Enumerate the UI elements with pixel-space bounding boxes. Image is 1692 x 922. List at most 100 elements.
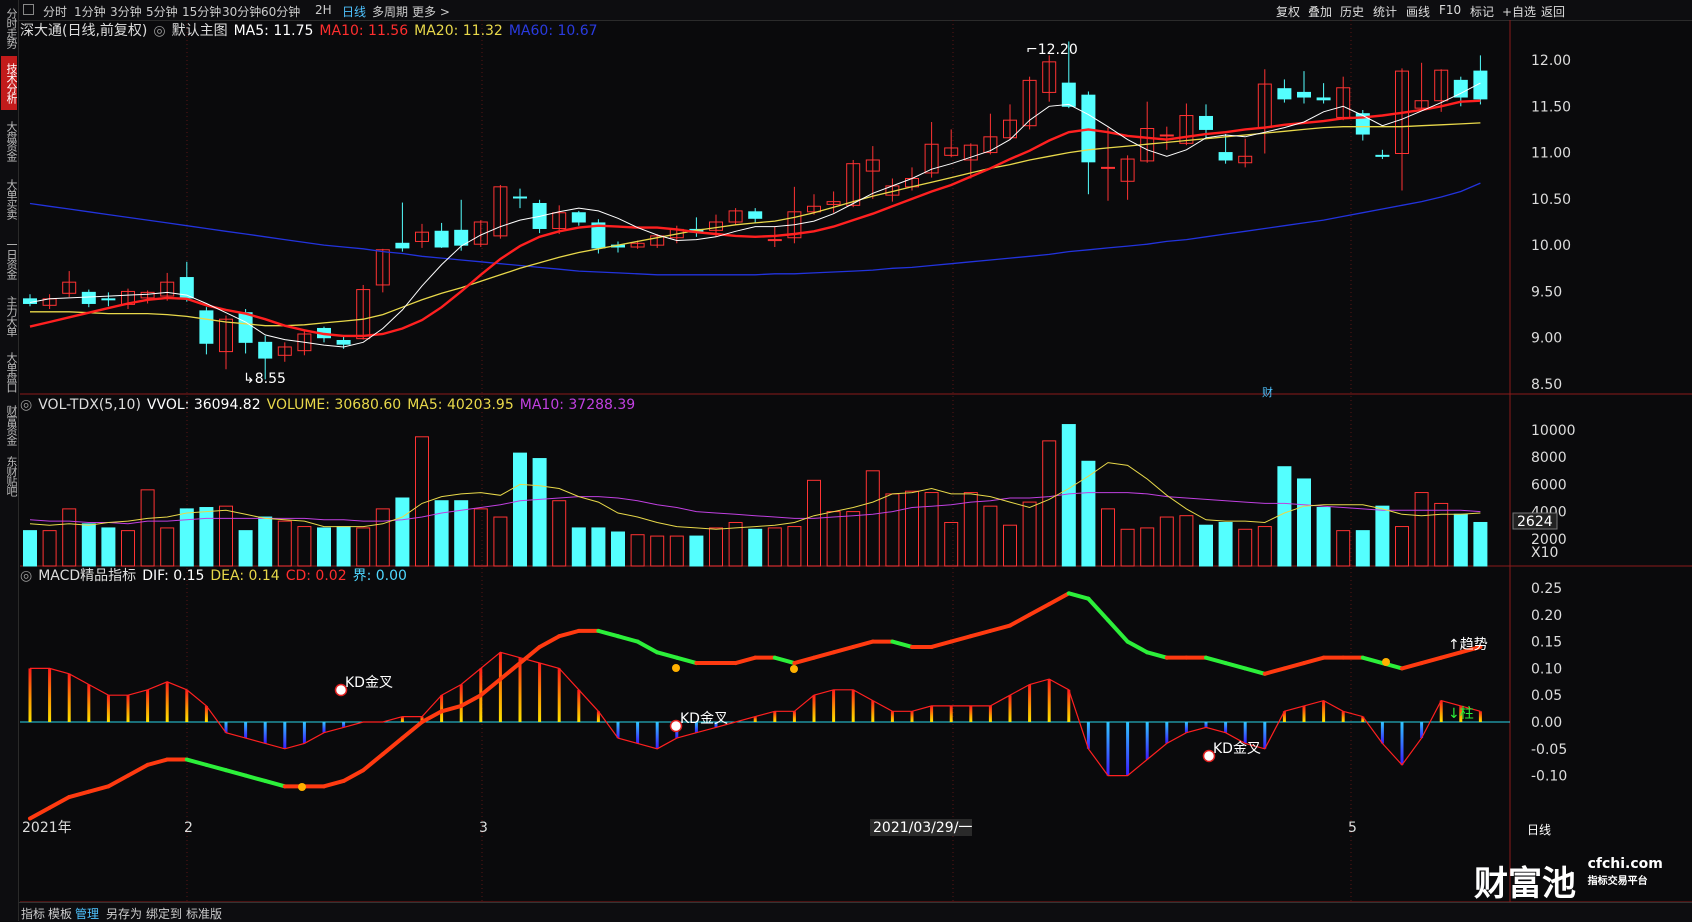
volume-bar: [611, 531, 625, 567]
low-label: ↳8.55: [243, 371, 286, 387]
macd-bar: [87, 684, 91, 722]
bottom-tab-2[interactable]: 管理: [75, 905, 99, 922]
trend-segment: [400, 720, 424, 741]
volume-bar: [1120, 528, 1135, 567]
candle-body: [1375, 154, 1390, 157]
macd-bar: [538, 663, 542, 722]
volume-bar: [1434, 502, 1449, 567]
volume-bar: [748, 528, 763, 567]
trend-segment: [1145, 650, 1169, 660]
volume-bar: [1257, 526, 1272, 567]
macd-bar: [1263, 722, 1267, 749]
volume-bar: [140, 489, 155, 567]
volume-bar: [101, 527, 116, 567]
vol-tick: 10000: [1531, 423, 1576, 439]
vol-ma5-line: [29, 462, 1481, 530]
trend-segment: [1282, 661, 1306, 671]
volume-bar: [336, 526, 351, 567]
kline-chart[interactable]: 12.00 11.50 11.00 10.50 10.00 9.50 9.00 8.50 100…: [0, 0, 1692, 921]
trend-segment: [1066, 591, 1091, 601]
trend-segment: [498, 661, 522, 682]
volume-bar: [944, 521, 959, 567]
bottom-tab-1[interactable]: 模板: [48, 905, 72, 922]
volume-bar: [277, 520, 292, 567]
macd-bar: [1106, 722, 1110, 776]
trend-segment: [772, 655, 797, 666]
trend-segment: [1086, 596, 1110, 623]
candle-body: [1061, 82, 1076, 107]
trend-segment: [831, 644, 856, 655]
trend-segment: [851, 639, 875, 649]
candle-body: [1159, 134, 1174, 137]
volume-bar: [1375, 505, 1390, 567]
macd-tick: 0.10: [1531, 661, 1562, 677]
candle-body: [434, 230, 449, 248]
price-tick: 10.00: [1531, 238, 1571, 254]
volume-bar: [434, 500, 449, 567]
trend-segment: [1047, 591, 1071, 607]
vol-tick: 6000: [1531, 477, 1567, 493]
volume-bar: [571, 527, 586, 567]
logo-domain: cfchi.com: [1587, 856, 1663, 872]
volume-bar: [865, 470, 880, 567]
price-tick: 10.50: [1531, 192, 1571, 208]
trend-segment: [1125, 639, 1150, 655]
bottom-toolbar: 指标 模板 管理 另存为 绑定到 标准版: [19, 902, 1692, 922]
volume-bar: [395, 497, 410, 567]
candle-body: [1199, 115, 1213, 130]
macd-bar: [1008, 695, 1012, 722]
trend-segment: [890, 639, 914, 649]
candle-body: [1297, 91, 1311, 98]
trend-segment: [537, 634, 562, 649]
volume-bar: [1238, 528, 1253, 567]
price-tick: 11.50: [1531, 99, 1571, 115]
trend-segment: [126, 762, 150, 778]
bottom-tab-0[interactable]: 指标: [21, 905, 45, 922]
volume-bar: [1453, 513, 1468, 567]
trend-segment: [1262, 666, 1287, 676]
volume-bar: [160, 527, 175, 567]
macd-bar: [969, 705, 973, 722]
volume-bar: [513, 452, 527, 567]
macd-bar: [832, 689, 836, 722]
macd-bar: [636, 722, 640, 744]
x-axis-label: 5: [1348, 820, 1357, 836]
macd-bar: [440, 695, 444, 722]
volume-bar: [356, 527, 371, 567]
vol-cursor-value: 2624: [1517, 514, 1553, 530]
candle-body: [513, 196, 527, 199]
bottom-tab-4[interactable]: 绑定到: [146, 905, 182, 922]
volume-bar: [709, 527, 723, 567]
macd-tick: -0.05: [1531, 742, 1567, 758]
trend-segment: [1439, 650, 1463, 660]
x-axis-label: 2021年: [22, 820, 72, 836]
macd-bar: [949, 705, 953, 722]
volume-bar: [1159, 516, 1174, 567]
volume-bar: [924, 492, 939, 567]
trend-segment: [28, 805, 52, 821]
macd-bar: [1165, 722, 1169, 744]
trend-segment: [635, 639, 660, 655]
volume-bar: [591, 527, 606, 567]
volume-bar: [1061, 424, 1076, 567]
volume-bar: [1316, 507, 1331, 567]
macd-bar: [1047, 679, 1051, 722]
ma60-line: [29, 182, 1481, 276]
volume-bar: [963, 492, 978, 567]
trend-segment: [341, 768, 366, 783]
macd-bar: [263, 722, 267, 744]
bottom-tab-3[interactable]: 另存为: [106, 905, 142, 922]
bottom-tab-5[interactable]: 标准版: [186, 905, 222, 922]
macd-bar: [283, 722, 287, 749]
trend-segment: [988, 623, 1012, 633]
price-tick: 12.00: [1531, 53, 1571, 69]
volume-bar: [1473, 521, 1488, 567]
macd-bar: [1478, 711, 1482, 722]
macd-tick: 0.05: [1531, 688, 1562, 704]
trend-segment: [596, 628, 620, 639]
volume-bar: [23, 530, 37, 567]
volume-bar: [1081, 460, 1096, 567]
volume-bar: [905, 490, 919, 567]
trend-segment: [380, 736, 405, 757]
cai-marker: 财: [1262, 385, 1273, 399]
